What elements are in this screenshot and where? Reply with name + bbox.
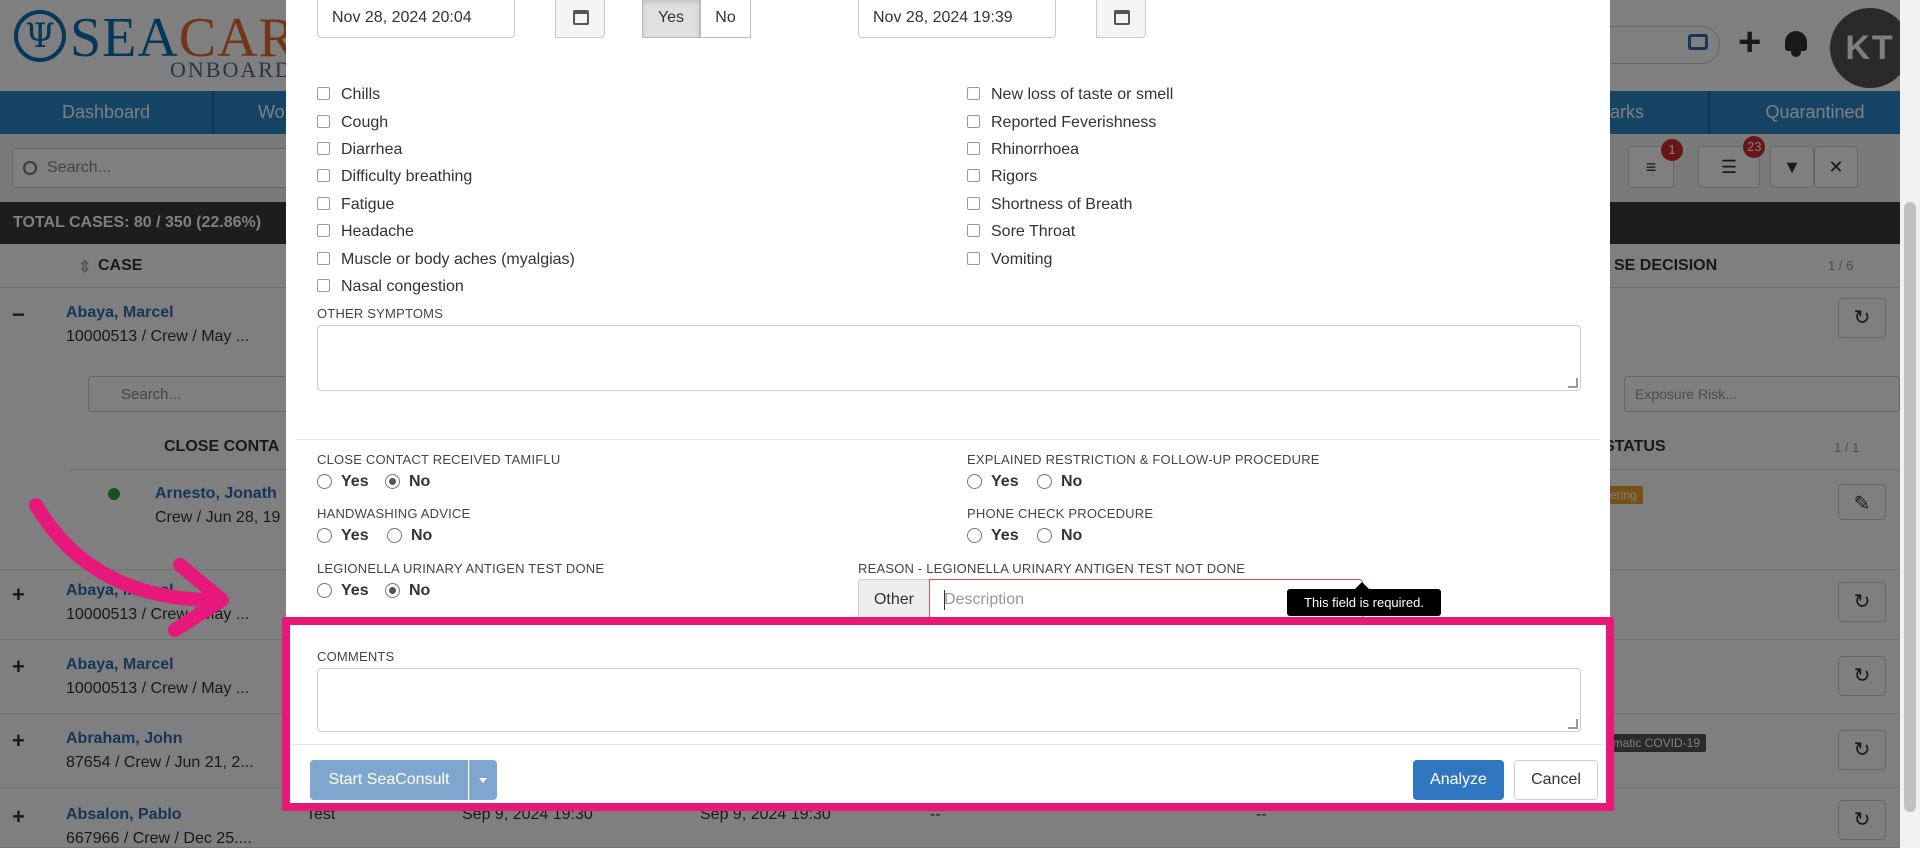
footer-divider	[286, 744, 1610, 745]
date-input-right[interactable]: Nov 28, 2024 19:39	[858, 0, 1056, 38]
tamiflu-yes-radio[interactable]	[317, 474, 332, 489]
tamiflu-radio-group: Yes No	[317, 471, 517, 493]
handwashing-label: HANDWASHING ADVICE	[317, 506, 471, 521]
comments-textarea[interactable]	[317, 668, 1581, 732]
calendar-button-right[interactable]	[1096, 0, 1146, 38]
required-tooltip: This field is required.	[1287, 589, 1441, 616]
legionella-label: LEGIONELLA URINARY ANTIGEN TEST DONE	[317, 561, 605, 576]
text-caret	[944, 590, 945, 610]
legionella-reason-label: REASON - LEGIONELLA URINARY ANTIGEN TEST…	[858, 561, 1246, 576]
section-divider	[296, 439, 1600, 440]
toggle-yes[interactable]: Yes	[642, 0, 700, 38]
legionella-no-radio[interactable]	[385, 583, 400, 598]
toggle-no[interactable]: No	[700, 0, 751, 38]
tamiflu-label: CLOSE CONTACT RECEIVED TAMIFLU	[317, 452, 561, 467]
handwashing-radio-group: Yes No	[317, 525, 517, 547]
scroll-thumb[interactable]	[1904, 202, 1916, 812]
calendar-button-left[interactable]	[555, 0, 605, 38]
calendar-icon	[1114, 10, 1130, 25]
handwashing-no-radio[interactable]	[387, 528, 402, 543]
phone-check-yes-radio[interactable]	[967, 528, 982, 543]
other-symptoms-label: OTHER SYMPTOMS	[317, 306, 444, 321]
legionella-radio-group: Yes No	[317, 580, 517, 602]
handwashing-yes-radio[interactable]	[317, 528, 332, 543]
restriction-no-radio[interactable]	[1037, 474, 1052, 489]
tooltip-arrow	[1355, 582, 1369, 589]
phone-check-label: PHONE CHECK PROCEDURE	[967, 506, 1154, 521]
comments-label: COMMENTS	[317, 649, 395, 664]
calendar-icon	[573, 10, 589, 25]
reason-other-addon[interactable]: Other	[858, 579, 930, 621]
seaconsult-dropdown-button[interactable]	[469, 760, 497, 800]
restriction-label: EXPLAINED RESTRICTION & FOLLOW-UP PROCED…	[967, 452, 1320, 467]
tamiflu-no-radio[interactable]	[385, 474, 400, 489]
phone-check-no-radio[interactable]	[1037, 528, 1052, 543]
date-input-left[interactable]: Nov 28, 2024 20:04	[317, 0, 515, 38]
analyze-button[interactable]: Analyze	[1413, 760, 1504, 800]
resize-grip-icon[interactable]	[1568, 719, 1578, 729]
start-seaconsult-button[interactable]: Start SeaConsult	[310, 760, 468, 800]
resize-grip-icon[interactable]	[1568, 378, 1578, 388]
legionella-yes-radio[interactable]	[317, 583, 332, 598]
restriction-radio-group: Yes No	[967, 471, 1167, 493]
phone-check-radio-group: Yes No	[967, 525, 1167, 547]
assessment-modal: Nov 28, 2024 20:04 Yes No Nov 28, 2024 1…	[286, 0, 1610, 806]
other-symptoms-textarea[interactable]	[317, 325, 1581, 391]
cancel-button[interactable]: Cancel	[1514, 760, 1598, 800]
restriction-yes-radio[interactable]	[967, 474, 982, 489]
